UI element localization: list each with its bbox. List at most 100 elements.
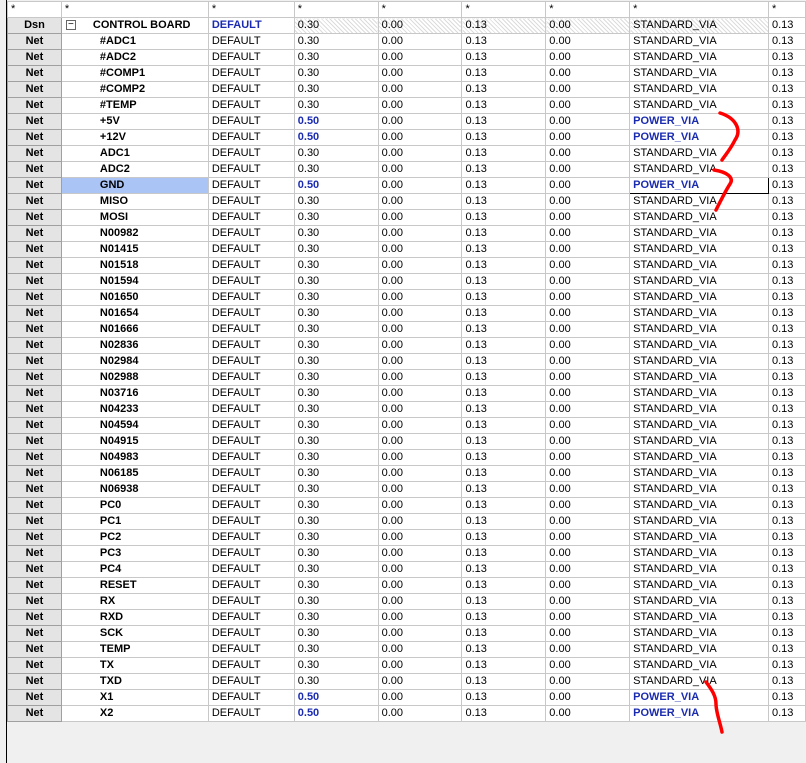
cell-v1[interactable]: 0.30 [293,401,379,418]
net-name-cell[interactable]: N01518 [60,257,209,274]
cell-v2[interactable]: 0.00 [377,337,463,354]
cell-last[interactable]: 0.13 [768,49,806,66]
row-type-label[interactable]: Net [7,385,62,402]
cell-v4[interactable]: 0.00 [545,401,631,418]
cell-via[interactable]: STANDARD_VIA [629,337,769,354]
cell-v3[interactable]: 0.13 [461,353,547,370]
net-row[interactable]: Net TX DEFAULT 0.30 0.00 0.13 0.00 STANDARD_VIA… [7,657,806,674]
cell-via[interactable]: STANDARD_VIA [629,97,769,114]
cell-v2[interactable]: 0.00 [377,257,463,274]
net-row[interactable]: Net N02988 DEFAULT 0.30 0.00 0.13 0.00 STANDARD… [7,369,806,386]
row-type-label[interactable]: Net [7,273,62,290]
cell-v3[interactable]: 0.13 [461,673,547,690]
cell-type[interactable]: DEFAULT [207,209,295,226]
cell-v4[interactable]: 0.00 [545,449,631,466]
net-name-cell[interactable]: N06938 [60,481,209,498]
cell-type[interactable]: DEFAULT [207,33,295,50]
cell-via[interactable]: STANDARD_VIA [629,449,769,466]
row-type-label[interactable]: Net [7,513,62,530]
net-name-cell[interactable]: N01594 [60,273,209,290]
cell-via[interactable]: STANDARD_VIA [629,433,769,450]
cell-v4[interactable]: 0.00 [545,545,631,562]
cell-type[interactable]: DEFAULT [207,497,295,514]
row-type-label[interactable]: Net [7,673,62,690]
cell-via[interactable]: STANDARD_VIA [629,353,769,370]
cell-v3[interactable]: 0.13 [461,657,547,674]
row-type-label[interactable]: Net [7,225,62,242]
net-name-cell[interactable]: #ADC2 [60,49,209,66]
cell-via[interactable]: STANDARD_VIA [629,49,769,66]
row-type-label[interactable]: Net [7,289,62,306]
cell-type[interactable]: DEFAULT [207,705,295,722]
net-name-cell[interactable]: N04233 [60,401,209,418]
row-type-label[interactable]: Net [7,609,62,626]
row-type-label[interactable]: Net [7,65,62,82]
cell-last[interactable]: 0.13 [768,593,806,610]
cell-v1[interactable]: 0.50 [293,129,379,146]
net-row[interactable]: Net N06938 DEFAULT 0.30 0.00 0.13 0.00 STANDARD… [7,481,806,498]
cell-via[interactable]: STANDARD_VIA [629,193,769,210]
filter-cell[interactable]: * [293,1,379,18]
cell-via[interactable]: STANDARD_VIA [629,545,769,562]
cell-v1[interactable]: 0.30 [293,193,379,210]
cell-v4[interactable]: 0.00 [545,641,631,658]
net-name-cell[interactable]: N02836 [60,337,209,354]
cell-via[interactable]: STANDARD_VIA [629,641,769,658]
cell-type[interactable]: DEFAULT [207,529,295,546]
net-name-cell[interactable]: GND [60,177,209,194]
cell-v4[interactable]: 0.00 [545,417,631,434]
cell-v2[interactable]: 0.00 [377,657,463,674]
design-row[interactable]: Dsn − CONTROL BOARD DEFAULT 0.30 0.00 0.13 0.00… [7,17,806,34]
net-name-cell[interactable]: RESET [60,577,209,594]
cell-v4[interactable]: 0.00 [545,497,631,514]
cell-via[interactable]: STANDARD_VIA [629,529,769,546]
net-row[interactable]: Net MOSI DEFAULT 0.30 0.00 0.13 0.00 STANDARD_V… [7,209,806,226]
cell-via[interactable]: STANDARD_VIA [629,145,769,162]
cell-v3[interactable]: 0.13 [461,17,547,34]
cell-v3[interactable]: 0.13 [461,129,547,146]
net-row[interactable]: Net #ADC2 DEFAULT 0.30 0.00 0.13 0.00 STANDARD_… [7,49,806,66]
cell-via[interactable]: STANDARD_VIA [629,609,769,626]
net-row[interactable]: Net N01666 DEFAULT 0.30 0.00 0.13 0.00 STANDARD… [7,321,806,338]
row-type-label[interactable]: Net [7,369,62,386]
cell-v3[interactable]: 0.13 [461,209,547,226]
cell-v3[interactable]: 0.13 [461,369,547,386]
cell-v4[interactable]: 0.00 [545,337,631,354]
cell-v3[interactable]: 0.13 [461,257,547,274]
cell-v1[interactable]: 0.30 [293,625,379,642]
row-type-label[interactable]: Net [7,417,62,434]
row-type-label[interactable]: Net [7,465,62,482]
cell-type[interactable]: DEFAULT [207,241,295,258]
cell-via[interactable]: STANDARD_VIA [629,369,769,386]
cell-via[interactable]: STANDARD_VIA [629,657,769,674]
cell-v1[interactable]: 0.50 [293,113,379,130]
cell-via[interactable]: STANDARD_VIA [629,321,769,338]
net-row[interactable]: Net X2 DEFAULT 0.50 0.00 0.13 0.00 POWER_VIA 0.1… [7,705,806,722]
cell-type[interactable]: DEFAULT [207,433,295,450]
cell-last[interactable]: 0.13 [768,241,806,258]
cell-v3[interactable]: 0.13 [461,641,547,658]
cell-v1[interactable]: 0.30 [293,97,379,114]
cell-last[interactable]: 0.13 [768,337,806,354]
cell-v1[interactable]: 0.30 [293,145,379,162]
cell-v1[interactable]: 0.30 [293,497,379,514]
cell-v2[interactable]: 0.00 [377,241,463,258]
net-row[interactable]: Net #COMP2 DEFAULT 0.30 0.00 0.13 0.00 STANDARD… [7,81,806,98]
net-name-cell[interactable]: − CONTROL BOARD [60,17,209,34]
cell-v3[interactable]: 0.13 [461,529,547,546]
net-name-cell[interactable]: SCK [60,625,209,642]
net-row[interactable]: Net PC3 DEFAULT 0.30 0.00 0.13 0.00 STANDARD_VI… [7,545,806,562]
net-name-cell[interactable]: MOSI [60,209,209,226]
net-row[interactable]: Net N04594 DEFAULT 0.30 0.00 0.13 0.00 STANDARD… [7,417,806,434]
cell-v1[interactable]: 0.30 [293,593,379,610]
net-row[interactable]: Net N04915 DEFAULT 0.30 0.00 0.13 0.00 STANDARD… [7,433,806,450]
net-row[interactable]: Net N02984 DEFAULT 0.30 0.00 0.13 0.00 STANDARD… [7,353,806,370]
net-row[interactable]: Net #TEMP DEFAULT 0.30 0.00 0.13 0.00 STANDARD_… [7,97,806,114]
cell-last[interactable]: 0.13 [768,497,806,514]
row-type-label[interactable]: Net [7,161,62,178]
cell-v1[interactable]: 0.30 [293,337,379,354]
cell-via[interactable]: STANDARD_VIA [629,225,769,242]
cell-type[interactable]: DEFAULT [207,417,295,434]
net-name-cell[interactable]: MISO [60,193,209,210]
cell-last[interactable]: 0.13 [768,401,806,418]
